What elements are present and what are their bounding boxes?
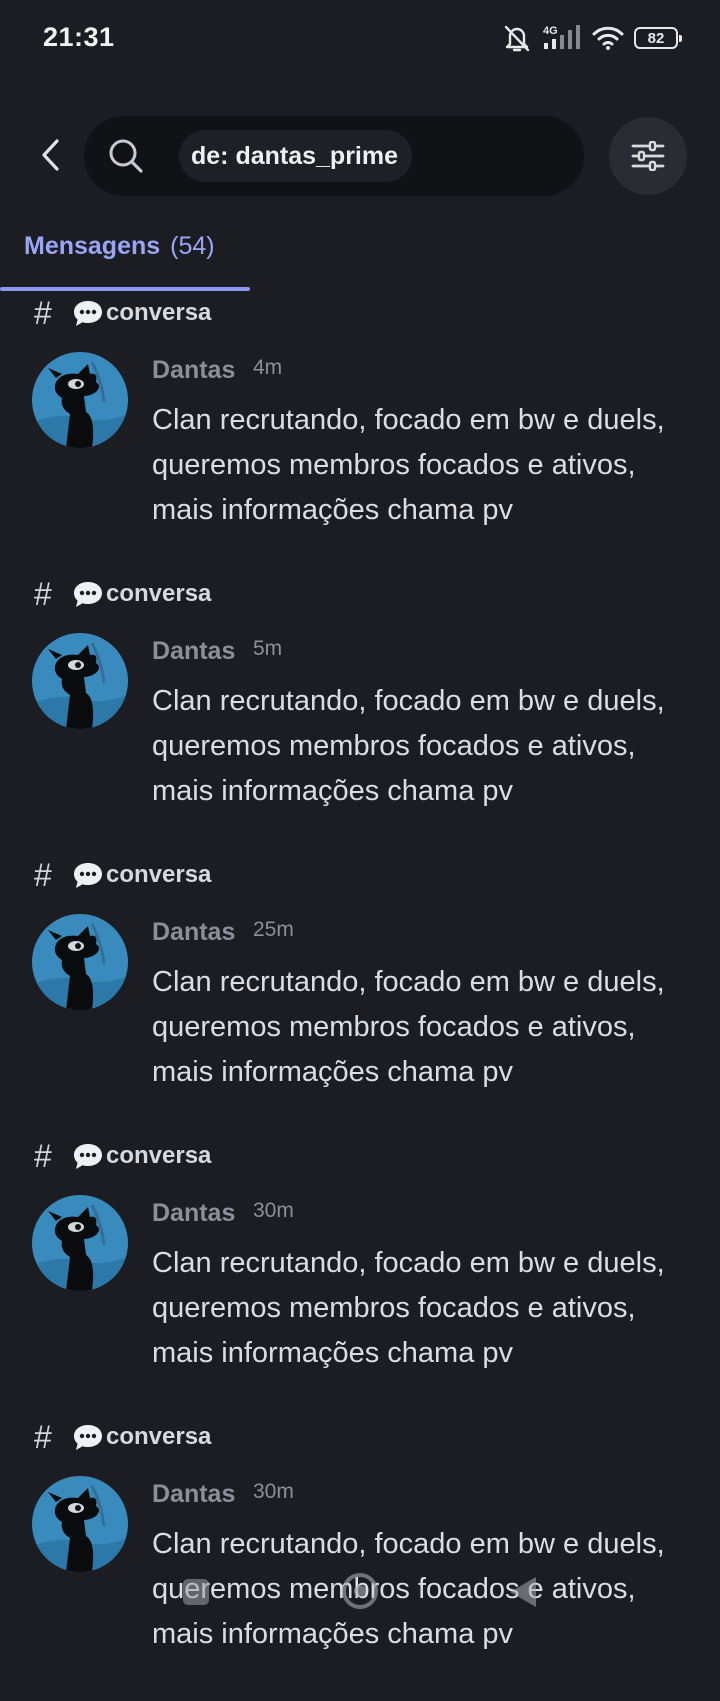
- channel-row[interactable]: # conversa: [34, 856, 212, 893]
- wifi-icon: [592, 26, 624, 50]
- status-time: 21:31: [43, 22, 115, 52]
- chevron-left-icon: [42, 139, 59, 171]
- message-timestamp: 30m: [253, 1480, 294, 1503]
- tab-messages[interactable]: Mensagens (54): [24, 232, 215, 261]
- hash-icon: #: [34, 294, 52, 331]
- network-label: 4G: [543, 25, 558, 37]
- message-author[interactable]: Dantas: [152, 637, 235, 666]
- avatar-image: [32, 352, 128, 448]
- signal-icon: 4G: [543, 25, 580, 49]
- message-result-4[interactable]: # conversa Dantas 30m Clan recrutando, f: [0, 1137, 720, 1420]
- search-icon: [109, 139, 143, 173]
- message-timestamp: 25m: [253, 918, 294, 941]
- avatar-image: [32, 1195, 128, 1291]
- recents-button[interactable]: [183, 1579, 209, 1605]
- system-back-button[interactable]: [510, 1577, 536, 1607]
- system-nav-bar: [0, 1560, 720, 1640]
- message-text[interactable]: Clan recrutando, focado em bw e duels, q…: [152, 1241, 672, 1376]
- channel-name: conversa: [106, 861, 212, 888]
- channel-row[interactable]: # conversa: [34, 575, 212, 612]
- message-author[interactable]: Dantas: [152, 1199, 235, 1228]
- message-list[interactable]: # conversa Dantas 4m Clan recrutando, fo: [0, 294, 720, 1701]
- battery-icon: 82: [634, 27, 682, 49]
- status-bar: 21:31 4G 82: [0, 0, 720, 80]
- avatar[interactable]: [32, 352, 128, 448]
- avatar[interactable]: [32, 633, 128, 729]
- battery-level: 82: [647, 29, 665, 47]
- hash-icon: #: [34, 1137, 52, 1174]
- sliders-icon: [631, 141, 665, 171]
- avatar-image: [32, 1476, 128, 1572]
- speech-bubble-icon: [74, 582, 102, 607]
- search-bar[interactable]: de: dantas_prime: [84, 116, 584, 196]
- tab-messages-label: Mensagens: [24, 232, 161, 260]
- message-text[interactable]: Clan recrutando, focado em bw e duels, q…: [152, 398, 672, 533]
- avatar-image: [32, 633, 128, 729]
- back-button[interactable]: [30, 130, 70, 180]
- message-timestamp: 30m: [253, 1199, 294, 1222]
- hash-icon: #: [34, 1418, 52, 1455]
- bell-muted-icon: [504, 25, 530, 52]
- search-query-chip[interactable]: de: dantas_prime: [179, 130, 413, 182]
- channel-name: conversa: [106, 580, 212, 607]
- channel-name: conversa: [106, 1423, 212, 1450]
- message-text[interactable]: Clan recrutando, focado em bw e duels, q…: [152, 679, 672, 814]
- avatar[interactable]: [32, 1195, 128, 1291]
- channel-row[interactable]: # conversa: [34, 294, 212, 331]
- avatar-image: [32, 914, 128, 1010]
- message-author[interactable]: Dantas: [152, 918, 235, 947]
- avatar[interactable]: [32, 1476, 128, 1572]
- channel-row[interactable]: # conversa: [34, 1137, 212, 1174]
- message-result-1[interactable]: # conversa Dantas 4m Clan recrutando, fo: [0, 294, 720, 577]
- speech-bubble-icon: [74, 863, 102, 888]
- message-timestamp: 4m: [253, 356, 283, 379]
- channel-name: conversa: [106, 1142, 212, 1169]
- channel-row[interactable]: # conversa: [34, 1418, 212, 1455]
- speech-bubble-icon: [74, 1144, 102, 1169]
- message-result-2[interactable]: # conversa Dantas 5m Clan recrutando, fo: [0, 575, 720, 858]
- message-result-3[interactable]: # conversa Dantas 25m Clan recrutando, f: [0, 856, 720, 1139]
- hash-icon: #: [34, 856, 52, 893]
- filter-button[interactable]: [609, 117, 687, 195]
- message-text[interactable]: Clan recrutando, focado em bw e duels, q…: [152, 960, 672, 1095]
- speech-bubble-icon: [74, 1425, 102, 1450]
- speech-bubble-icon: [74, 301, 102, 326]
- message-author[interactable]: Dantas: [152, 356, 235, 385]
- message-timestamp: 5m: [253, 637, 283, 660]
- avatar[interactable]: [32, 914, 128, 1010]
- hash-icon: #: [34, 575, 52, 612]
- home-button[interactable]: [342, 1573, 378, 1609]
- channel-name: conversa: [106, 299, 212, 326]
- status-icons: 4G 82: [502, 22, 682, 54]
- tab-messages-count: (54): [170, 232, 215, 260]
- tab-active-indicator: [0, 287, 250, 291]
- message-author[interactable]: Dantas: [152, 1480, 235, 1509]
